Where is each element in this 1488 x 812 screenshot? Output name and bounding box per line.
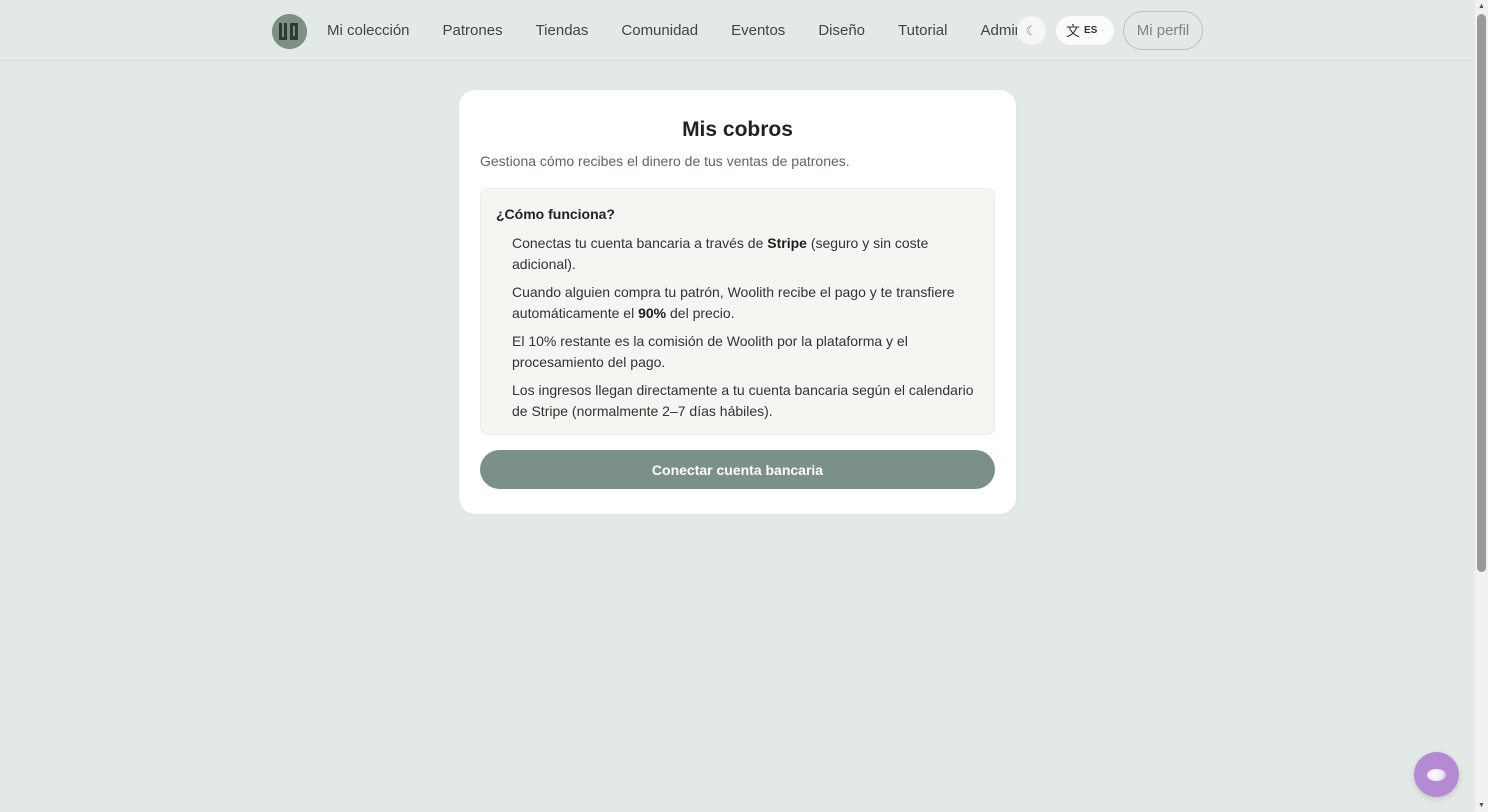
list-item: Cuando alguien compra tu patrón, Woolith… — [512, 282, 974, 324]
payouts-card: Mis cobros Gestiona cómo recibes el dine… — [459, 90, 1016, 514]
moon-icon: ☾ — [1025, 22, 1038, 38]
translate-icon: 文 — [1065, 23, 1080, 40]
scroll-up-icon[interactable]: ▲ — [1475, 0, 1488, 13]
nav-item-tutorial[interactable]: Tutorial — [898, 0, 947, 61]
language-code: ES — [1083, 25, 1098, 36]
top-navigation: Mi colección Patrones Tiendas Comunidad … — [0, 0, 1475, 61]
list-item: Los ingresos llegan directamente a tu cu… — [512, 380, 974, 422]
nav-item-tiendas[interactable]: Tiendas — [536, 0, 589, 61]
nav-item-diseno[interactable]: Diseño — [818, 0, 865, 61]
app-viewport: Mi colección Patrones Tiendas Comunidad … — [0, 0, 1475, 812]
scroll-down-icon[interactable]: ▼ — [1475, 799, 1488, 812]
scrollbar-thumb[interactable] — [1477, 14, 1486, 572]
connect-bank-account-button[interactable]: Conectar cuenta bancaria — [480, 450, 995, 489]
nav-item-mi-coleccion[interactable]: Mi colección — [327, 0, 410, 61]
page-title: Mis cobros — [682, 118, 793, 141]
woolith-logo-icon — [272, 14, 307, 49]
chat-bubble-icon — [1427, 768, 1446, 781]
how-it-works-title: ¿Cómo funciona? — [496, 206, 615, 222]
step-text: Los ingresos llegan directamente a tu cu… — [512, 382, 974, 419]
vertical-scrollbar[interactable]: ▲ ▼ — [1475, 0, 1488, 812]
nav-item-comunidad[interactable]: Comunidad — [621, 0, 698, 61]
list-item: El 10% restante es la comisión de Woolit… — [512, 331, 974, 373]
step-text-after: del precio. — [666, 305, 735, 321]
chevron-down-icon: · — [1101, 26, 1104, 35]
nav-item-eventos[interactable]: Eventos — [731, 0, 785, 61]
step-text: Conectas tu cuenta bancaria a través de — [512, 235, 768, 251]
language-selector[interactable]: 文 ES · — [1056, 16, 1114, 45]
theme-toggle-button[interactable]: ☾ — [1017, 16, 1046, 45]
step-text: El 10% restante es la comisión de Woolit… — [512, 333, 908, 370]
chat-button[interactable] — [1414, 752, 1459, 797]
page-subtitle: Gestiona cómo recibes el dinero de tus v… — [480, 153, 850, 169]
how-it-works-box: ¿Cómo funciona? Conectas tu cuenta banca… — [480, 188, 995, 435]
logo[interactable] — [272, 14, 307, 49]
main-nav: Mi colección Patrones Tiendas Comunidad … — [327, 0, 1023, 61]
nav-item-patrones[interactable]: Patrones — [443, 0, 503, 61]
step-bold-text: Stripe — [767, 235, 807, 251]
how-it-works-list: Conectas tu cuenta bancaria a través de … — [512, 233, 974, 429]
profile-button[interactable]: Mi perfil — [1123, 11, 1203, 50]
list-item: Conectas tu cuenta bancaria a través de … — [512, 233, 974, 275]
step-bold-text: 90% — [638, 305, 667, 321]
